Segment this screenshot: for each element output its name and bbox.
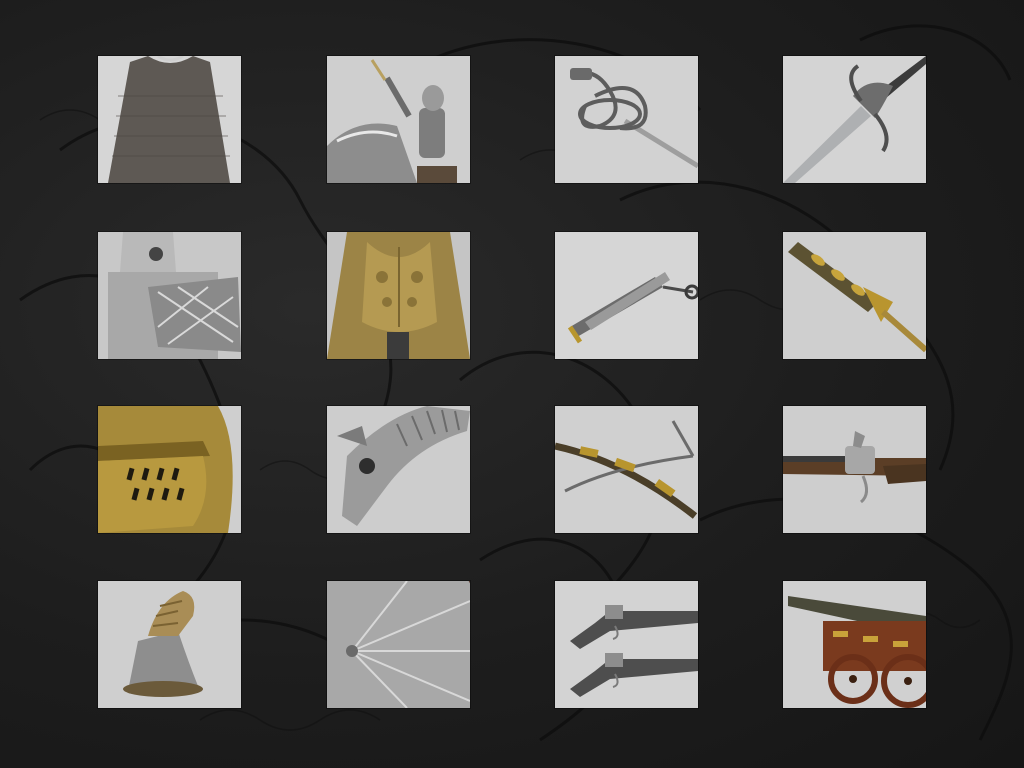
pistols-icon <box>555 581 698 708</box>
tile-armored-knight-on-horse[interactable] <box>327 56 470 183</box>
flintlock-icon <box>783 406 926 533</box>
mail-shirt-icon <box>98 56 241 183</box>
tile-pair-of-pistols[interactable] <box>555 581 698 708</box>
gilded-dagger-icon <box>783 232 926 359</box>
tile-sheathed-knife[interactable] <box>555 232 698 359</box>
tile-flintlock-gun[interactable] <box>783 406 926 533</box>
helmet-icon <box>98 406 241 533</box>
gauntlet-icon <box>98 581 241 708</box>
tile-etched-shield[interactable] <box>327 581 470 708</box>
breastplate-icon <box>327 232 470 359</box>
tile-gauntlet[interactable] <box>98 581 241 708</box>
collection-grid <box>0 0 1024 768</box>
tile-horse-chanfron[interactable] <box>327 406 470 533</box>
tile-chain-mail-shirt[interactable] <box>98 56 241 183</box>
rapier-icon <box>555 56 698 183</box>
tile-model-cannon[interactable] <box>783 581 926 708</box>
dagger-icon <box>783 56 926 183</box>
tile-parrying-dagger[interactable] <box>783 56 926 183</box>
crossbow-icon <box>555 406 698 533</box>
knight-icon <box>327 56 470 183</box>
shield-icon <box>327 581 470 708</box>
sheath-icon <box>555 232 698 359</box>
tile-gilded-dagger[interactable] <box>783 232 926 359</box>
tile-swept-hilt-rapier[interactable] <box>555 56 698 183</box>
tile-gilded-breastplate[interactable] <box>327 232 470 359</box>
cannon-icon <box>783 581 926 708</box>
jousting-armor-icon <box>98 232 241 359</box>
tile-crossbow[interactable] <box>555 406 698 533</box>
chanfron-icon <box>327 406 470 533</box>
gallery-page <box>0 0 1024 768</box>
tile-gilded-close-helmet[interactable] <box>98 406 241 533</box>
tile-jousting-armor[interactable] <box>98 232 241 359</box>
